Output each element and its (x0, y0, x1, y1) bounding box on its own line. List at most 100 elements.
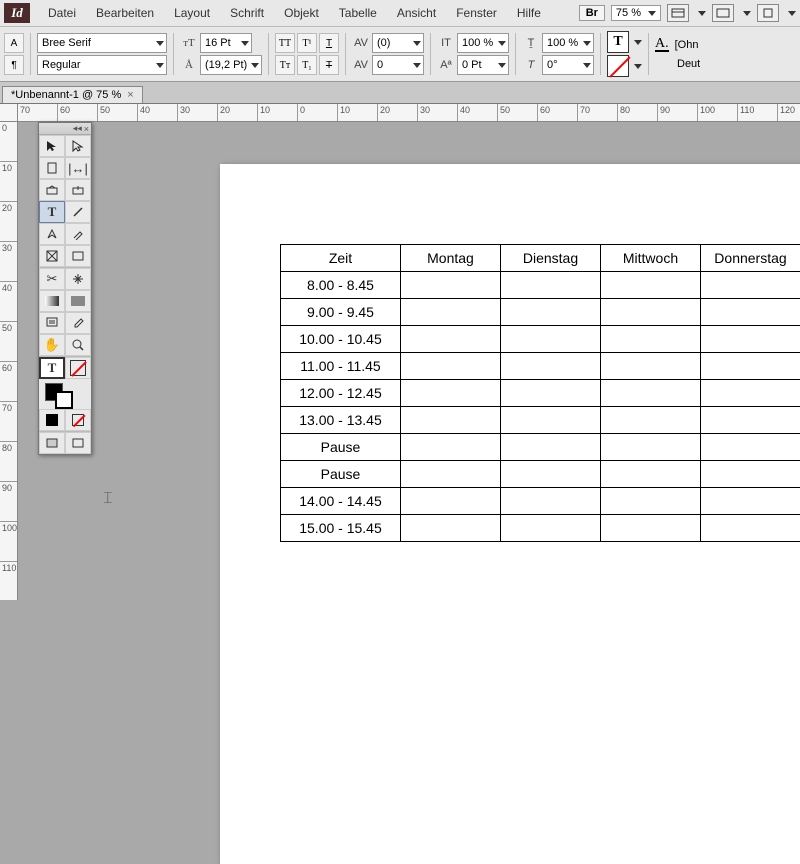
bridge-button[interactable]: Br (579, 5, 605, 21)
line-tool[interactable] (65, 201, 91, 223)
time-cell[interactable]: 12.00 - 12.45 (281, 380, 401, 407)
strike-button[interactable]: T (319, 55, 339, 75)
direct-selection-tool[interactable] (65, 135, 91, 157)
fill-formatting-text[interactable]: T (39, 357, 65, 379)
table-cell[interactable] (601, 515, 701, 542)
table-cell[interactable] (601, 434, 701, 461)
time-cell[interactable]: 14.00 - 14.45 (281, 488, 401, 515)
kerning-combo[interactable]: (0) (372, 33, 424, 53)
schedule-table[interactable]: ZeitMontagDienstagMittwochDonnerstag 8.0… (280, 244, 800, 542)
subscript-button[interactable]: T₁ (297, 55, 317, 75)
table-row[interactable]: 12.00 - 12.45 (281, 380, 800, 407)
close-icon[interactable]: × (84, 124, 89, 134)
table-cell[interactable] (401, 272, 501, 299)
apply-color[interactable] (39, 409, 65, 431)
table-cell[interactable] (701, 407, 800, 434)
table-row[interactable]: 9.00 - 9.45 (281, 299, 800, 326)
superscript-button[interactable]: T¹ (297, 33, 317, 53)
hand-tool[interactable]: ✋ (39, 334, 65, 356)
table-header[interactable]: Donnerstag (701, 245, 800, 272)
vscale-combo[interactable]: 100 % (457, 33, 509, 53)
content-collector-tool[interactable] (39, 179, 65, 201)
selection-tool[interactable] (39, 135, 65, 157)
table-cell[interactable] (401, 434, 501, 461)
time-cell[interactable]: 13.00 - 13.45 (281, 407, 401, 434)
stroke-formatting-none[interactable] (65, 357, 91, 379)
apply-none[interactable] (65, 409, 91, 431)
table-row[interactable]: Pause (281, 461, 800, 488)
table-cell[interactable] (501, 272, 601, 299)
gap-tool[interactable]: |↔| (65, 157, 91, 179)
table-cell[interactable] (401, 515, 501, 542)
table-cell[interactable] (601, 461, 701, 488)
table-row[interactable]: Pause (281, 434, 800, 461)
table-cell[interactable] (601, 353, 701, 380)
time-cell[interactable]: Pause (281, 461, 401, 488)
table-cell[interactable] (501, 353, 601, 380)
skew-combo[interactable]: 0° (542, 55, 594, 75)
table-row[interactable]: 11.00 - 11.45 (281, 353, 800, 380)
ruler-vertical[interactable]: 0102030405060708090100110120130140 (0, 122, 18, 600)
menu-fenster[interactable]: Fenster (446, 2, 507, 24)
zoom-tool[interactable] (65, 334, 91, 356)
table-cell[interactable] (501, 326, 601, 353)
table-cell[interactable] (401, 488, 501, 515)
view-normal[interactable] (39, 432, 65, 454)
tracking-combo[interactable]: 0 (372, 55, 424, 75)
table-cell[interactable] (401, 326, 501, 353)
table-cell[interactable] (701, 353, 800, 380)
para-panel-button[interactable]: ¶ (4, 55, 24, 75)
menu-bearbeiten[interactable]: Bearbeiten (86, 2, 164, 24)
table-cell[interactable] (701, 461, 800, 488)
scissors-tool[interactable]: ✂ (39, 268, 65, 290)
table-cell[interactable] (701, 515, 800, 542)
document-page[interactable]: ZeitMontagDienstagMittwochDonnerstag 8.0… (220, 164, 800, 864)
free-transform-tool[interactable] (65, 268, 91, 290)
table-cell[interactable] (601, 407, 701, 434)
table-row[interactable]: 15.00 - 15.45 (281, 515, 800, 542)
ruler-horizontal[interactable]: 7060504030201001020304050607080901001101… (18, 104, 800, 122)
stroke-proxy[interactable] (55, 391, 73, 409)
zoom-level[interactable]: 75 % (611, 5, 661, 21)
table-cell[interactable] (701, 326, 800, 353)
smallcaps-button[interactable]: Tᴛ (275, 55, 295, 75)
underline-button[interactable]: T (319, 33, 339, 53)
table-header[interactable]: Dienstag (501, 245, 601, 272)
tools-palette[interactable]: ◂◂× |↔| T ✂ ✋ T (38, 122, 92, 455)
fill-stroke-proxy[interactable] (39, 379, 91, 409)
menu-datei[interactable]: Datei (38, 2, 86, 24)
eyedropper-tool[interactable] (65, 312, 91, 334)
chevron-down-icon[interactable] (788, 11, 796, 16)
chevron-down-icon[interactable] (743, 11, 751, 16)
fill-swatch[interactable]: T (607, 31, 629, 53)
gradient-swatch-tool[interactable] (39, 290, 65, 312)
menu-ansicht[interactable]: Ansicht (387, 2, 446, 24)
table-cell[interactable] (401, 461, 501, 488)
chevron-down-icon[interactable] (634, 64, 642, 69)
font-size-combo[interactable]: 16 Pt (200, 33, 252, 53)
table-cell[interactable] (601, 299, 701, 326)
palette-header[interactable]: ◂◂× (39, 123, 91, 135)
hscale-combo[interactable]: 100 % (542, 33, 594, 53)
menu-hilfe[interactable]: Hilfe (507, 2, 551, 24)
allcaps-button[interactable]: TT (275, 33, 295, 53)
menu-schrift[interactable]: Schrift (220, 2, 274, 24)
table-header[interactable]: Montag (401, 245, 501, 272)
time-cell[interactable]: 8.00 - 8.45 (281, 272, 401, 299)
table-header[interactable]: Mittwoch (601, 245, 701, 272)
table-row[interactable]: 13.00 - 13.45 (281, 407, 800, 434)
table-row[interactable]: 8.00 - 8.45 (281, 272, 800, 299)
time-cell[interactable]: 15.00 - 15.45 (281, 515, 401, 542)
gradient-feather-tool[interactable] (65, 290, 91, 312)
pencil-tool[interactable] (65, 223, 91, 245)
menu-layout[interactable]: Layout (164, 2, 220, 24)
table-cell[interactable] (601, 488, 701, 515)
table-cell[interactable] (501, 461, 601, 488)
table-cell[interactable] (601, 272, 701, 299)
table-cell[interactable] (701, 434, 800, 461)
table-cell[interactable] (701, 380, 800, 407)
rectangle-frame-tool[interactable] (39, 245, 65, 267)
table-row[interactable]: 14.00 - 14.45 (281, 488, 800, 515)
chevron-down-icon[interactable] (698, 11, 706, 16)
table-cell[interactable] (501, 299, 601, 326)
